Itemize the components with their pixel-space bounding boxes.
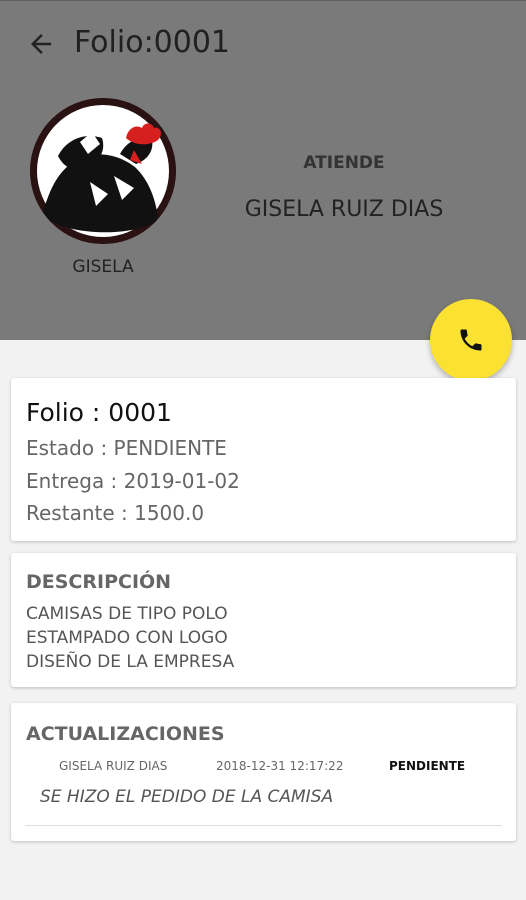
avatar (30, 98, 176, 244)
updates-card: ACTUALIZACIONES GISELA RUIZ DIAS 2018-12… (11, 703, 516, 841)
toolbar: Folio:0001 (0, 1, 526, 87)
order-summary-card: Folio : 0001 Estado : PENDIENTE Entrega … (11, 378, 516, 541)
delivery-date: Entrega : 2019-01-02 (26, 469, 240, 493)
description-text: CAMISAS DE TIPO POLO ESTAMPADO CON LOGO … (26, 602, 234, 674)
update-datetime: 2018-12-31 12:17:22 (216, 759, 344, 773)
description-line: CAMISAS DE TIPO POLO (26, 604, 228, 624)
description-line: ESTAMPADO CON LOGO (26, 628, 228, 648)
update-user: GISELA RUIZ DIAS (59, 759, 168, 773)
phone-icon (460, 329, 482, 351)
folio-title: Folio : 0001 (26, 398, 172, 427)
update-status: PENDIENTE (389, 759, 466, 773)
attends-label: ATIENDE (303, 153, 385, 173)
update-message: SE HIZO EL PEDIDO DE LA CAMISA (40, 787, 334, 807)
remaining-amount: Restante : 1500.0 (26, 501, 205, 525)
description-title: DESCRIPCIÓN (26, 571, 172, 593)
profile-header: Folio:0001 GISELA ATIENDE GISELA RUIZ DI… (0, 0, 526, 340)
divider (25, 825, 502, 826)
status-text: Estado : PENDIENTE (26, 436, 227, 460)
avatar-name: GISELA (72, 257, 134, 277)
description-line: DISEÑO DE LA EMPRESA (26, 652, 235, 672)
attends-name: GISELA RUIZ DIAS (244, 197, 444, 222)
description-card: DESCRIPCIÓN CAMISAS DE TIPO POLO ESTAMPA… (11, 553, 516, 687)
arrow-back-icon[interactable] (26, 29, 56, 59)
call-button[interactable] (430, 299, 512, 381)
updates-title: ACTUALIZACIONES (26, 723, 225, 745)
page-title: Folio:0001 (74, 25, 231, 60)
